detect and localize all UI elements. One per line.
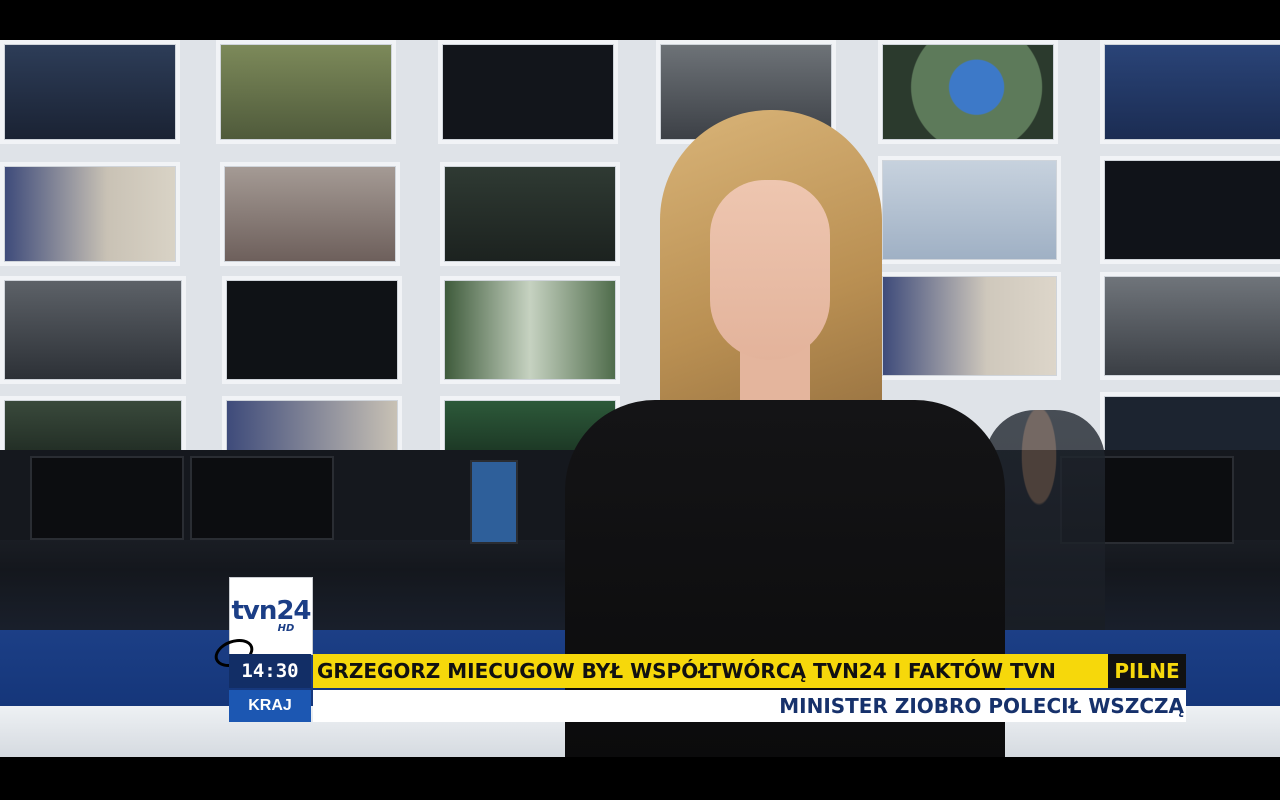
wall-screen (0, 276, 186, 384)
desk-monitor (190, 456, 334, 540)
headline-bar: GRZEGORZ MIECUGOW BYŁ WSPÓŁTWÓRCĄ TVN24 … (313, 654, 1108, 688)
clock: 14:30 (229, 654, 311, 688)
wall-screen (222, 276, 402, 384)
letterbox-top (0, 0, 1280, 40)
section-label: KRAJ (229, 690, 311, 722)
letterbox-bottom (0, 757, 1280, 800)
video-frame (0, 40, 1280, 757)
wall-screen (220, 162, 400, 266)
hd-badge: HD (277, 623, 295, 634)
channel-logo-text: tvn24 (231, 596, 311, 626)
desk-monitor (30, 456, 184, 540)
urgent-badge: PILNE (1108, 654, 1186, 688)
wall-screen (0, 40, 180, 144)
wall-screen (0, 162, 180, 266)
wall-screen (216, 40, 396, 144)
desk-monitor (470, 460, 518, 544)
anchor-face (710, 180, 830, 360)
wall-screen (1100, 272, 1280, 380)
wall-screen (1100, 40, 1280, 144)
wall-screen (1100, 156, 1280, 264)
news-ticker: MINISTER ZIOBRO POLECIŁ WSZCZĄ (313, 690, 1186, 722)
